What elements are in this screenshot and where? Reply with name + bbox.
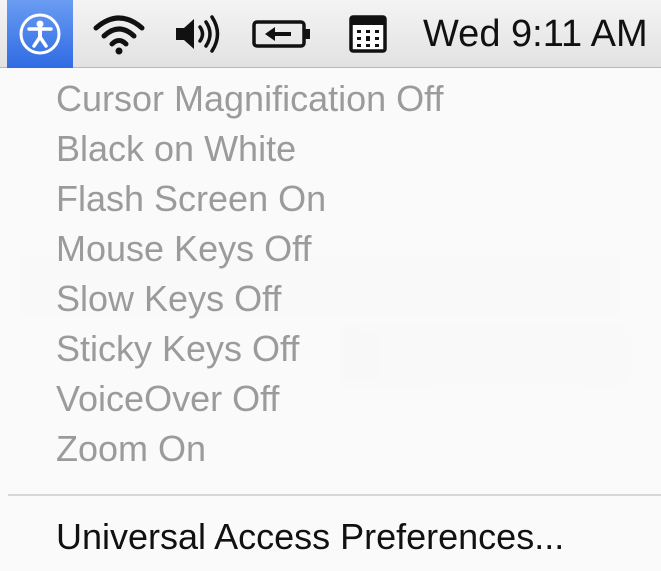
calendar-menu-extra[interactable]	[340, 0, 396, 68]
volume-menu-extra[interactable]	[168, 0, 226, 68]
menu-bar: Wed 9:11 AM	[0, 0, 661, 68]
menu-item-cursor-magnification: Cursor Magnification Off	[56, 78, 444, 119]
screen: Wed 9:11 AM Cursor Magnification Off Bla…	[0, 0, 661, 571]
menu-separator	[8, 494, 661, 496]
volume-icon	[176, 15, 220, 53]
menu-item-mouse-keys: Mouse Keys Off	[56, 228, 312, 269]
battery-icon	[252, 20, 310, 48]
menu-item-voiceover: VoiceOver Off	[56, 378, 280, 419]
wifi-icon	[93, 15, 145, 55]
calendar-icon	[349, 15, 387, 53]
menu-item-flash-screen: Flash Screen On	[56, 178, 327, 219]
menu-item-sticky-keys: Sticky Keys Off	[56, 328, 300, 369]
menu-bar-clock[interactable]: Wed 9:11 AM	[423, 0, 661, 68]
universal-access-menu: Cursor Magnification Off Black on White …	[0, 68, 661, 571]
menu-item-black-on-white: Black on White	[56, 128, 297, 169]
battery-menu-extra[interactable]	[246, 0, 318, 68]
menu-item-universal-access-preferences[interactable]: Universal Access Preferences...	[56, 512, 564, 562]
universal-access-menu-extra[interactable]	[7, 0, 73, 68]
menu-item-slow-keys: Slow Keys Off	[56, 278, 282, 319]
wifi-menu-extra[interactable]	[88, 0, 150, 68]
menu-item-zoom: Zoom On	[56, 428, 207, 469]
universal-access-icon	[19, 13, 61, 55]
